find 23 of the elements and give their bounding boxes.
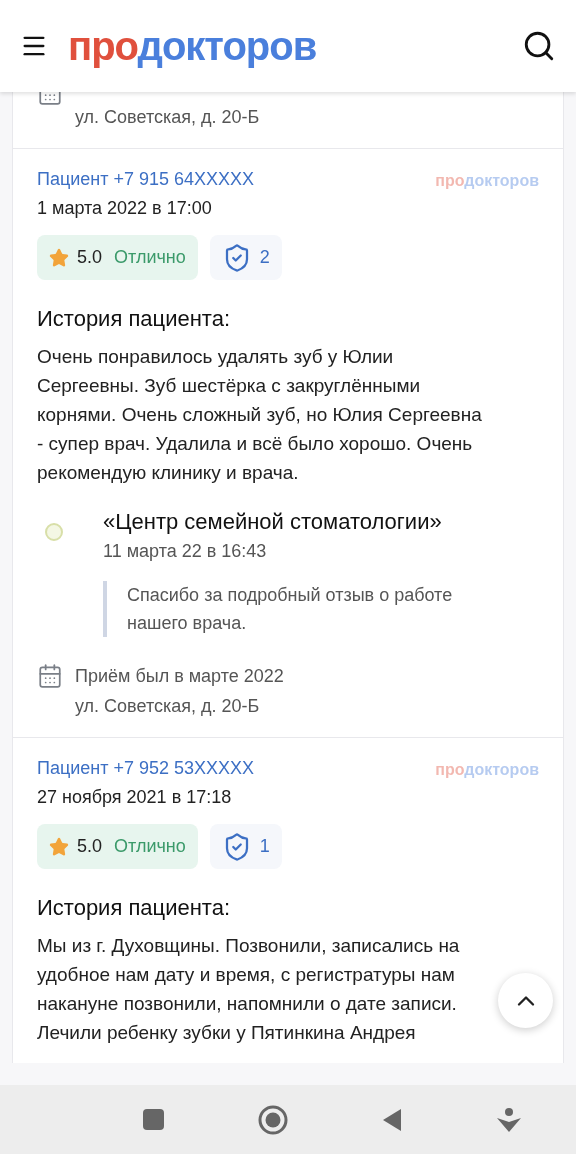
clinic-name: «Центр семейной стоматологии»	[103, 508, 443, 536]
story-text: Очень понравилось удалять зуб у Юлии Сергеевны. Зуб шестёрка с закруглёнными корнями. Очень сложный зуб, но Юлия Сергеевна - супер врач. Удалила и всё было хорошо. Очень рекомендую клинику и врача.	[37, 345, 483, 485]
logo: продокторов	[435, 761, 539, 778]
review-date: 27 ноября 2021 в 17:18	[37, 786, 233, 809]
verified-count: 2	[259, 246, 270, 269]
reply-text: Спасибо за подробный отзыв о работе нашего врача.	[103, 581, 503, 637]
logo: продокторов	[435, 172, 539, 189]
story-heading: История пациента:	[37, 894, 232, 922]
author-link[interactable]: Пациент +7 915 64XXXXX	[37, 165, 255, 193]
author-link[interactable]: Пациент +7 952 53XXXXX	[37, 754, 255, 782]
rating-label: Отлично	[114, 835, 186, 858]
visit-date: Приём был в марте 2022	[75, 665, 284, 688]
story-heading: История пациента:	[37, 305, 232, 333]
reply-date: 11 марта 22 в 16:43	[103, 540, 268, 563]
verified-count: 1	[259, 835, 270, 858]
rating-score: 5.0	[77, 835, 103, 858]
rating-label: Отлично	[114, 246, 186, 269]
logo[interactable]: продокторов	[68, 23, 317, 68]
clinic-address: ул. Советская, д. 20-Б	[75, 106, 260, 129]
rating-score: 5.0	[77, 246, 103, 269]
clinic-address: ул. Советская, д. 20-Б	[75, 695, 261, 718]
review-date: 1 марта 2022 в 17:00	[37, 197, 213, 220]
story-text: Мы из г. Духовщины. Позвонили, записались на удобное нам дату и время, с регистратуры нам накануне позвонили, напомнили о дате записи. Лечили ребенку зубки у Пятинкина Андрея	[37, 934, 461, 1045]
